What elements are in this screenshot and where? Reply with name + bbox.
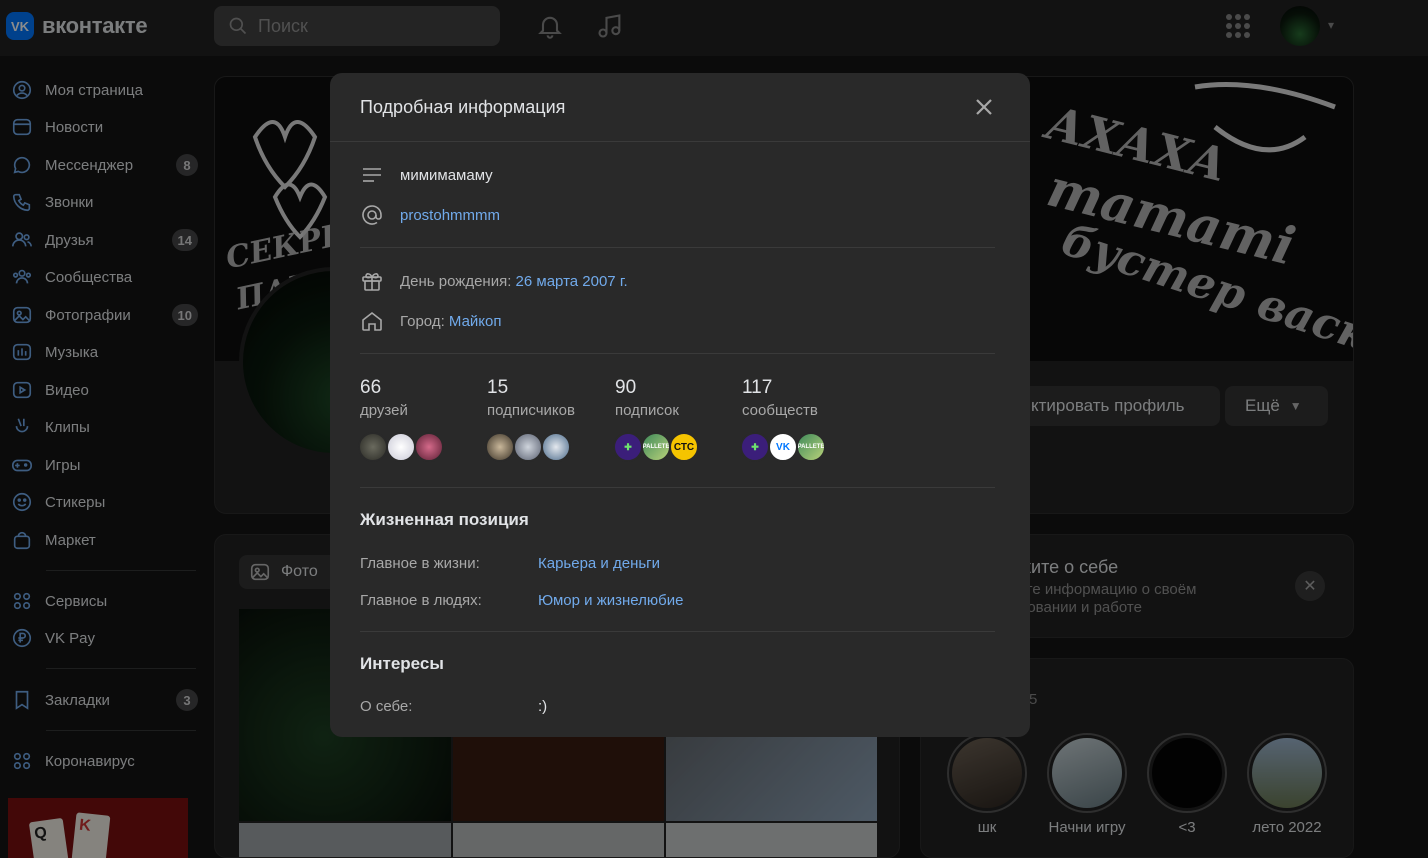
about-value: :) xyxy=(538,698,548,715)
stat-subscriptions[interactable]: 90 подписок xyxy=(615,377,679,419)
stat-friends[interactable]: 66 друзей xyxy=(360,377,408,419)
divider xyxy=(360,247,995,248)
stat-label: подписчиков xyxy=(487,402,575,419)
life-position-title: Жизненная позиция xyxy=(360,510,529,529)
gift-icon xyxy=(360,269,384,293)
stat-communities[interactable]: 117 сообществ xyxy=(742,377,818,419)
stat-number: 90 xyxy=(615,377,637,398)
communities-avatars[interactable]: ✚ VK PALLETE xyxy=(740,432,830,462)
modal-header: Подробная информация xyxy=(330,73,1030,142)
birthday-label: День рождения: xyxy=(400,272,512,290)
pallete-logo: PALLETE xyxy=(641,432,671,462)
home-icon xyxy=(360,309,384,333)
main-in-life-label: Главное в жизни: xyxy=(360,555,480,572)
avatar xyxy=(485,432,515,462)
avatar xyxy=(513,432,543,462)
stat-label: сообществ xyxy=(742,402,818,419)
city-link[interactable]: Майкоп xyxy=(449,313,502,330)
status-text: мимимамаму xyxy=(400,166,493,184)
status-row: мимимамаму xyxy=(360,163,493,187)
stat-number: 15 xyxy=(487,377,509,398)
birthday-row: День рождения: 26 марта 2007 г. xyxy=(360,269,628,293)
stat-number: 117 xyxy=(742,377,773,398)
avatar xyxy=(358,432,388,462)
subscriptions-avatars[interactable]: ✚ PALLETE СТС xyxy=(613,432,703,462)
interests-title: Интересы xyxy=(360,654,444,673)
stat-label: друзей xyxy=(360,402,408,419)
sts-logo: СТС xyxy=(669,432,699,462)
modal-title: Подробная информация xyxy=(360,97,566,117)
main-in-people-link[interactable]: Юмор и жизнелюбие xyxy=(538,592,683,609)
followers-avatars[interactable] xyxy=(485,432,575,462)
stat-followers[interactable]: 15 подписчиков xyxy=(487,377,575,419)
pallete-logo: PALLETE xyxy=(796,432,826,462)
avatar xyxy=(541,432,571,462)
main-in-people-label: Главное в людях: xyxy=(360,592,482,609)
nickname-row: prostohmmmm xyxy=(360,203,500,227)
city-row: Город: Майкоп xyxy=(360,309,502,333)
avatar xyxy=(414,432,444,462)
game-club-icon: ✚ xyxy=(613,432,643,462)
text-lines-icon xyxy=(360,163,384,187)
vk-logo: VK xyxy=(768,432,798,462)
stat-number: 66 xyxy=(360,377,382,398)
divider xyxy=(360,353,995,354)
divider xyxy=(360,631,995,632)
city-label: Город: xyxy=(400,312,445,330)
avatar xyxy=(386,432,416,462)
about-label: О себе: xyxy=(360,698,413,715)
friends-avatars[interactable] xyxy=(358,432,448,462)
details-modal: Подробная информация мимимамаму prostohm… xyxy=(330,73,1030,737)
nickname-link[interactable]: prostohmmmm xyxy=(400,207,500,224)
birthday-link[interactable]: 26 марта 2007 г. xyxy=(516,273,628,290)
stat-label: подписок xyxy=(615,402,679,419)
close-icon[interactable] xyxy=(972,95,996,119)
game-club-icon: ✚ xyxy=(740,432,770,462)
main-in-life-link[interactable]: Карьера и деньги xyxy=(538,555,660,572)
at-sign-icon xyxy=(360,203,384,227)
divider xyxy=(360,487,995,488)
